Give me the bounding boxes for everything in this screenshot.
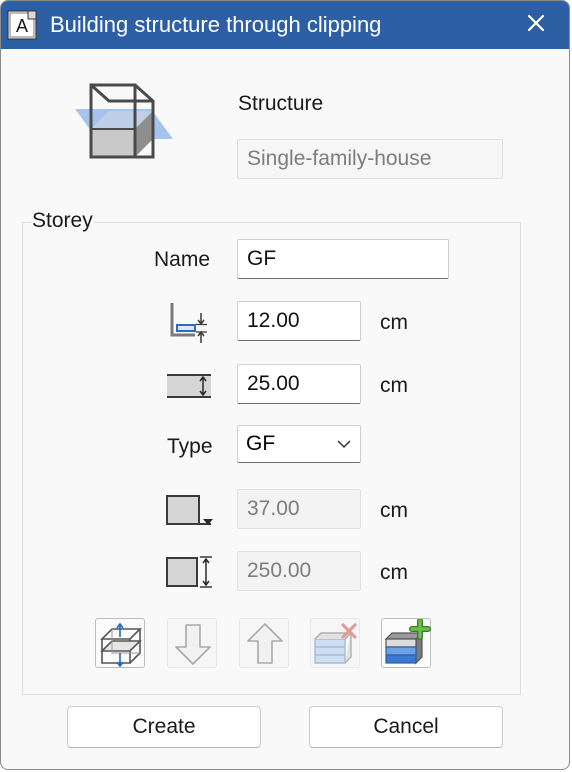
delete-storey-icon xyxy=(314,623,357,664)
structure-field: Single-family-house xyxy=(237,139,503,179)
slab-thickness-icon xyxy=(167,374,211,398)
type-label: Type xyxy=(167,435,213,458)
clip-storey-icon xyxy=(100,622,142,668)
app-icon-letter: A xyxy=(16,16,28,36)
slab-thickness-unit: cm xyxy=(380,374,408,397)
type-select-value: GF xyxy=(246,432,276,455)
level-height-unit: cm xyxy=(380,499,408,522)
arrow-up-icon xyxy=(247,623,283,664)
app-document-icon: A xyxy=(7,10,37,40)
level-height-icon xyxy=(166,495,213,525)
bottom-offset-input[interactable]: 12.00 xyxy=(237,301,361,341)
dialog-window: A Building structure through clipping St… xyxy=(0,0,570,770)
chevron-down-icon xyxy=(337,440,351,449)
storey-group-label: Storey xyxy=(31,209,94,233)
title-bar: A Building structure through clipping xyxy=(1,1,569,49)
move-down-button[interactable] xyxy=(167,618,217,668)
close-icon xyxy=(527,14,545,32)
window-title: Building structure through clipping xyxy=(50,12,382,37)
storey-height-field: 250.00 xyxy=(237,551,361,591)
arrow-down-icon xyxy=(175,624,211,665)
storey-height-unit: cm xyxy=(380,561,408,584)
add-storey-button[interactable] xyxy=(381,618,431,668)
cancel-button[interactable]: Cancel xyxy=(309,706,503,748)
name-input[interactable]: GF xyxy=(237,239,449,279)
building-clipping-icon xyxy=(75,83,173,159)
bottom-offset-unit: cm xyxy=(380,311,408,334)
close-button[interactable] xyxy=(513,1,559,45)
clip-storey-button[interactable] xyxy=(95,618,145,668)
slab-thickness-input[interactable]: 25.00 xyxy=(237,364,361,404)
level-height-field: 37.00 xyxy=(237,489,361,529)
delete-storey-button[interactable] xyxy=(310,618,360,668)
bottom-offset-icon xyxy=(170,303,207,343)
create-button[interactable]: Create xyxy=(67,706,261,748)
storey-height-icon xyxy=(166,556,212,588)
name-label: Name xyxy=(154,248,211,271)
move-up-button[interactable] xyxy=(239,618,289,668)
type-select[interactable]: GF xyxy=(237,425,361,463)
add-storey-icon xyxy=(384,619,431,665)
structure-label: Structure xyxy=(238,92,324,115)
